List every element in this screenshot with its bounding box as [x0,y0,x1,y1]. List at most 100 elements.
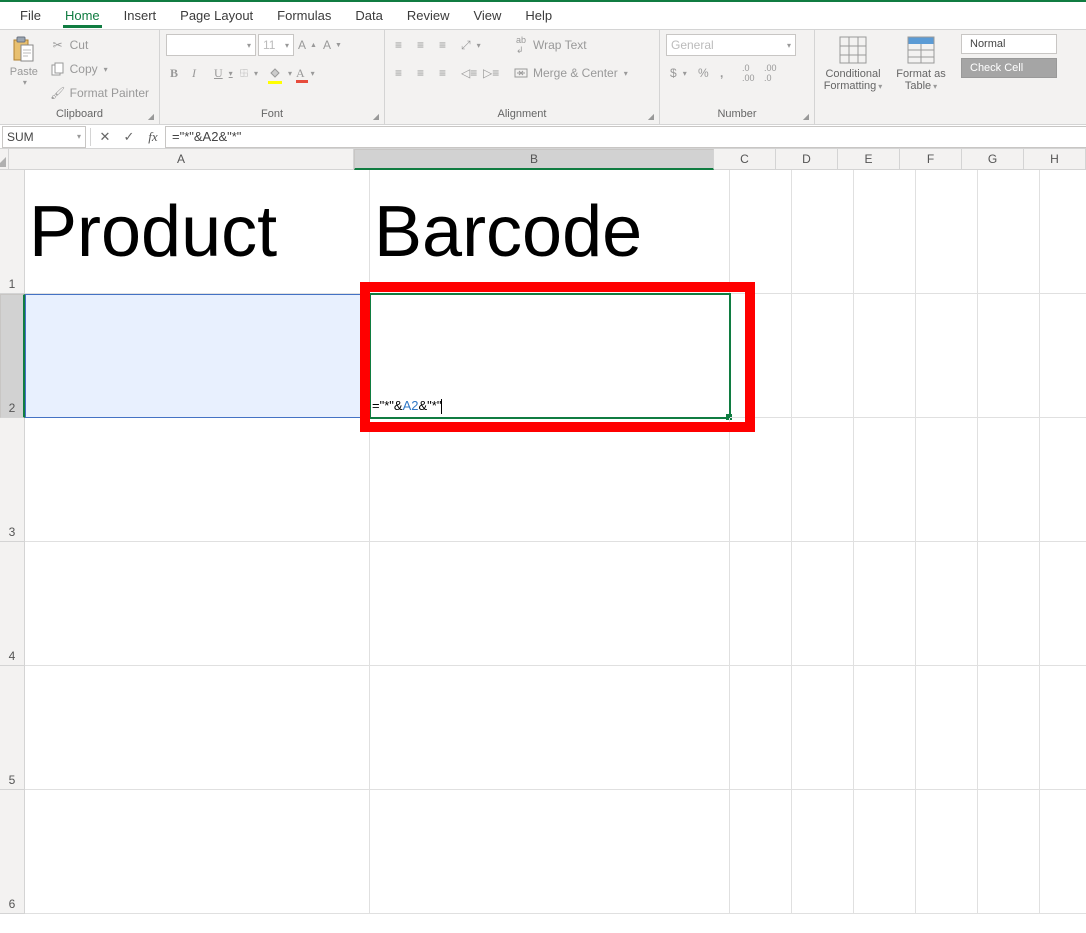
cell-A2[interactable] [25,294,370,418]
align-left-button[interactable]: ≡ [391,62,411,84]
cell-C1[interactable] [730,170,792,294]
cell-A4[interactable] [25,542,370,666]
row-header-6[interactable]: 6 [0,790,25,914]
cell-D5[interactable] [792,666,854,790]
cell-F5[interactable] [916,666,978,790]
cell-C6[interactable] [730,790,792,914]
col-header-D[interactable]: D [776,149,838,170]
col-header-F[interactable]: F [900,149,962,170]
cell-F3[interactable] [916,418,978,542]
cell-G1[interactable] [978,170,1040,294]
name-box[interactable]: SUM ▾ [2,126,86,148]
cell-A1[interactable]: Product [25,170,370,294]
cell-D1[interactable] [792,170,854,294]
cell-G3[interactable] [978,418,1040,542]
cell-H5[interactable] [1040,666,1086,790]
format-as-table-button[interactable]: Format as Table▾ [889,34,953,92]
cell-H2[interactable] [1040,294,1086,418]
font-color-button[interactable]: A▾ [292,62,318,84]
wrap-text-button[interactable]: ab↲ Wrap Text [509,34,632,56]
cell-D2[interactable] [792,294,854,418]
tab-view[interactable]: View [461,4,513,27]
cell-E2[interactable] [854,294,916,418]
style-normal[interactable]: Normal [961,34,1057,54]
cell-D4[interactable] [792,542,854,666]
row-header-5[interactable]: 5 [0,666,25,790]
tab-file[interactable]: File [8,4,53,27]
cell-A3[interactable] [25,418,370,542]
cell-D3[interactable] [792,418,854,542]
font-name-select[interactable]: ▾ [166,34,256,56]
col-header-B[interactable]: B [354,149,714,170]
tab-formulas[interactable]: Formulas [265,4,343,27]
bold-button[interactable]: B [166,62,186,84]
formula-input[interactable]: ="*"&A2&"*" [165,126,1086,148]
cell-E4[interactable] [854,542,916,666]
cell-E5[interactable] [854,666,916,790]
cell-G4[interactable] [978,542,1040,666]
cell-C3[interactable] [730,418,792,542]
align-middle-button[interactable]: ≡ [413,34,433,56]
cell-F1[interactable] [916,170,978,294]
cell-F4[interactable] [916,542,978,666]
style-check-cell[interactable]: Check Cell [961,58,1057,78]
cell-F6[interactable] [916,790,978,914]
cell-B4[interactable] [370,542,730,666]
cell-H3[interactable] [1040,418,1086,542]
cell-A5[interactable] [25,666,370,790]
cell-B6[interactable] [370,790,730,914]
align-top-button[interactable]: ≡ [391,34,411,56]
cell-G5[interactable] [978,666,1040,790]
cell-C2[interactable] [730,294,792,418]
cell-B3[interactable] [370,418,730,542]
col-header-A[interactable]: A [9,149,354,170]
paste-button[interactable]: Paste ▾ [6,34,42,87]
comma-button[interactable]: , [716,62,736,84]
enter-formula-button[interactable]: ✓ [117,126,141,148]
align-center-button[interactable]: ≡ [413,62,433,84]
borders-button[interactable]: ▾ [236,62,262,84]
col-header-G[interactable]: G [962,149,1024,170]
cell-D6[interactable] [792,790,854,914]
fill-color-button[interactable]: ▾ [264,62,290,84]
tab-home[interactable]: Home [53,4,112,27]
decrease-indent-button[interactable]: ◁≡ [457,62,477,84]
font-size-select[interactable]: 11▾ [258,34,294,56]
merge-center-button[interactable]: Merge & Center ▾ [509,62,632,84]
conditional-formatting-button[interactable]: Conditional Formatting▾ [821,34,885,92]
currency-button[interactable]: $▾ [666,62,692,84]
tab-page-layout[interactable]: Page Layout [168,4,265,27]
decrease-decimal-button[interactable]: .00.0 [760,62,780,84]
increase-decimal-button[interactable]: .0.00 [738,62,758,84]
cut-button[interactable]: ✂ Cut [46,34,153,56]
cell-E1[interactable] [854,170,916,294]
select-all-corner[interactable] [0,149,9,170]
cell-H4[interactable] [1040,542,1086,666]
cell-C5[interactable] [730,666,792,790]
cell-H1[interactable] [1040,170,1086,294]
underline-button[interactable]: U▾ [210,62,234,84]
cell-A6[interactable] [25,790,370,914]
cell-B1[interactable]: Barcode [370,170,730,294]
tab-help[interactable]: Help [513,4,564,27]
increase-indent-button[interactable]: ▷≡ [479,62,499,84]
cell-G6[interactable] [978,790,1040,914]
col-header-C[interactable]: C [714,149,776,170]
cell-G2[interactable] [978,294,1040,418]
align-bottom-button[interactable]: ≡ [435,34,455,56]
cell-B5[interactable] [370,666,730,790]
cell-F2[interactable] [916,294,978,418]
col-header-H[interactable]: H [1024,149,1086,170]
insert-function-button[interactable]: fx [141,126,165,148]
tab-review[interactable]: Review [395,4,462,27]
orientation-button[interactable]: ⤢▾ [457,34,483,56]
cell-E3[interactable] [854,418,916,542]
percent-button[interactable]: % [694,62,714,84]
align-right-button[interactable]: ≡ [435,62,455,84]
row-header-1[interactable]: 1 [0,170,25,294]
tab-data[interactable]: Data [343,4,394,27]
dialog-launcher-icon[interactable]: ◢ [146,111,156,121]
row-header-2[interactable]: 2 [0,294,25,418]
dialog-launcher-icon[interactable]: ◢ [801,111,811,121]
dialog-launcher-icon[interactable]: ◢ [371,111,381,121]
